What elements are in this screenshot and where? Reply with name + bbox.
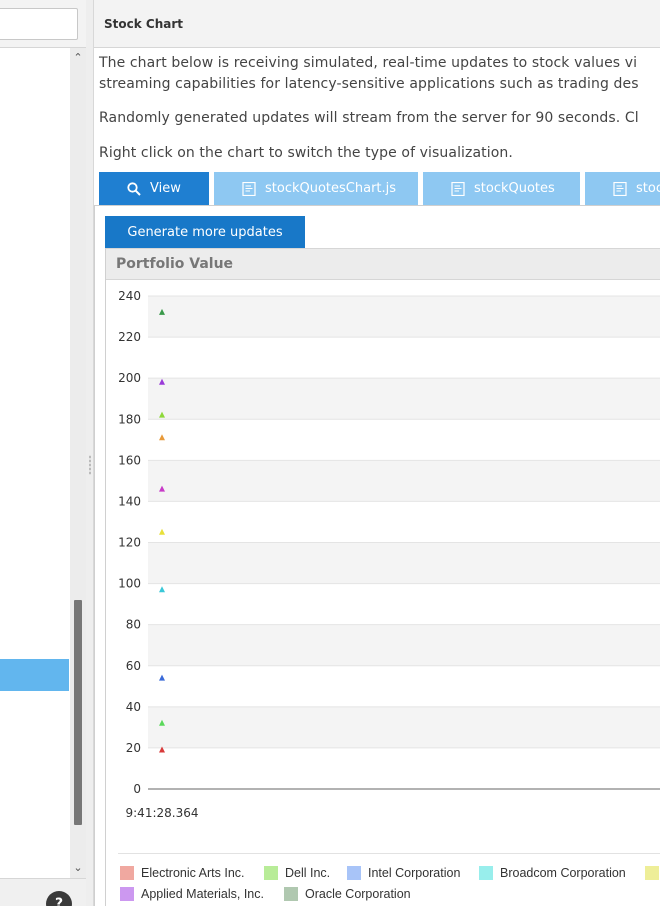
data-point[interactable] [159, 586, 165, 593]
y-tick-label: 140 [118, 494, 141, 508]
y-tick-label: 40 [126, 700, 141, 714]
tab-view[interactable]: View [99, 172, 209, 205]
y-tick-label: 220 [118, 330, 141, 344]
chart-title: Portfolio Value [116, 256, 234, 272]
y-tick-label: 120 [118, 536, 141, 550]
grid-band [148, 624, 660, 666]
search-input[interactable] [0, 8, 78, 40]
legend-label: Applied Materials, Inc. [141, 887, 264, 901]
scroll-down-icon[interactable]: ⌄ [70, 860, 86, 876]
chart-legend: Electronic Arts Inc. Dell Inc. Intel Cor… [118, 853, 660, 906]
panel-splitter[interactable] [86, 0, 94, 906]
legend-label: Electronic Arts Inc. [141, 866, 245, 880]
file-icon [242, 182, 256, 196]
splitter-grip-icon[interactable] [89, 455, 91, 475]
y-tick-label: 240 [118, 289, 141, 303]
main-content: Stock Chart The chart below is receiving… [94, 0, 660, 906]
data-point[interactable] [159, 434, 165, 441]
legend-swatch [284, 887, 298, 901]
legend-swatch [120, 887, 134, 901]
legend-swatch [120, 866, 134, 880]
tab-label: stockQuotesChart.js [265, 181, 397, 196]
main-header: Stock Chart [94, 0, 660, 48]
y-tick-label: 60 [126, 659, 141, 673]
chart-panel[interactable]: Portfolio Value 0 20 40 60 80 100 120 140 160 180… [105, 248, 660, 906]
scroll-up-icon[interactable]: ⌃ [70, 50, 86, 66]
y-tick-label: 80 [126, 618, 141, 632]
left-toolbar [0, 0, 86, 48]
y-tick-label: 0 [133, 782, 141, 796]
grid-band [148, 706, 660, 748]
generate-updates-button[interactable]: Generate more updates [105, 216, 305, 248]
legend-swatch [479, 866, 493, 880]
list-item-selected[interactable] [0, 659, 69, 691]
description-line-4: Right click on the chart to switch the t… [99, 145, 513, 161]
legend-label: Dell Inc. [285, 866, 331, 880]
tab-stockquotes[interactable]: stockQuotes [423, 172, 580, 205]
grid-band [148, 378, 660, 420]
y-tick-label: 200 [118, 371, 141, 385]
grid-band [148, 460, 660, 502]
description-line-2: streaming capabilities for latency-sensi… [99, 76, 639, 92]
tab-stoc[interactable]: stoc [585, 172, 660, 205]
search-icon [127, 182, 141, 196]
legend-label: Broadcom Corporation [500, 866, 626, 880]
description-line-1: The chart below is receiving simulated, … [99, 55, 638, 71]
legend-swatch [347, 866, 361, 880]
data-point[interactable] [159, 528, 165, 535]
legend-label: Oracle Corporation [305, 887, 411, 901]
x-tick-label: 9:41:28.364 [126, 806, 199, 820]
scrollbar-thumb[interactable] [74, 600, 82, 825]
y-tick-label: 180 [118, 412, 141, 426]
left-footer: ? [0, 878, 86, 906]
grid-band [148, 542, 660, 584]
grid-band [148, 296, 660, 338]
navigation-list[interactable] [0, 48, 70, 878]
help-icon[interactable]: ? [46, 891, 72, 906]
y-tick-label: 20 [126, 741, 141, 755]
left-panel: ⌃ ⌄ ? [0, 0, 86, 906]
y-tick-label: 100 [118, 577, 141, 591]
data-point[interactable] [159, 674, 165, 681]
scrollbar[interactable]: ⌃ ⌄ [70, 48, 86, 878]
legend-label: Intel Corporation [368, 866, 461, 880]
page-title: Stock Chart [104, 17, 183, 31]
description-line-3: Randomly generated updates will stream f… [99, 110, 639, 126]
tab-label: stockQuotes [474, 181, 555, 196]
legend-swatch [645, 866, 659, 880]
description-text: The chart below is receiving simulated, … [99, 53, 639, 95]
legend-swatch [264, 866, 278, 880]
file-icon [451, 182, 465, 196]
chart-title-bar: Portfolio Value [106, 248, 660, 280]
scatter-chart[interactable]: 0 20 40 60 80 100 120 140 160 180 200 220 240 9:41:28… [106, 280, 660, 852]
y-tick-label: 160 [118, 453, 141, 467]
tab-label: View [150, 181, 181, 196]
tab-label: stoc [636, 181, 660, 196]
tab-stockquoteschart-js[interactable]: stockQuotesChart.js [214, 172, 418, 205]
file-icon [613, 182, 627, 196]
